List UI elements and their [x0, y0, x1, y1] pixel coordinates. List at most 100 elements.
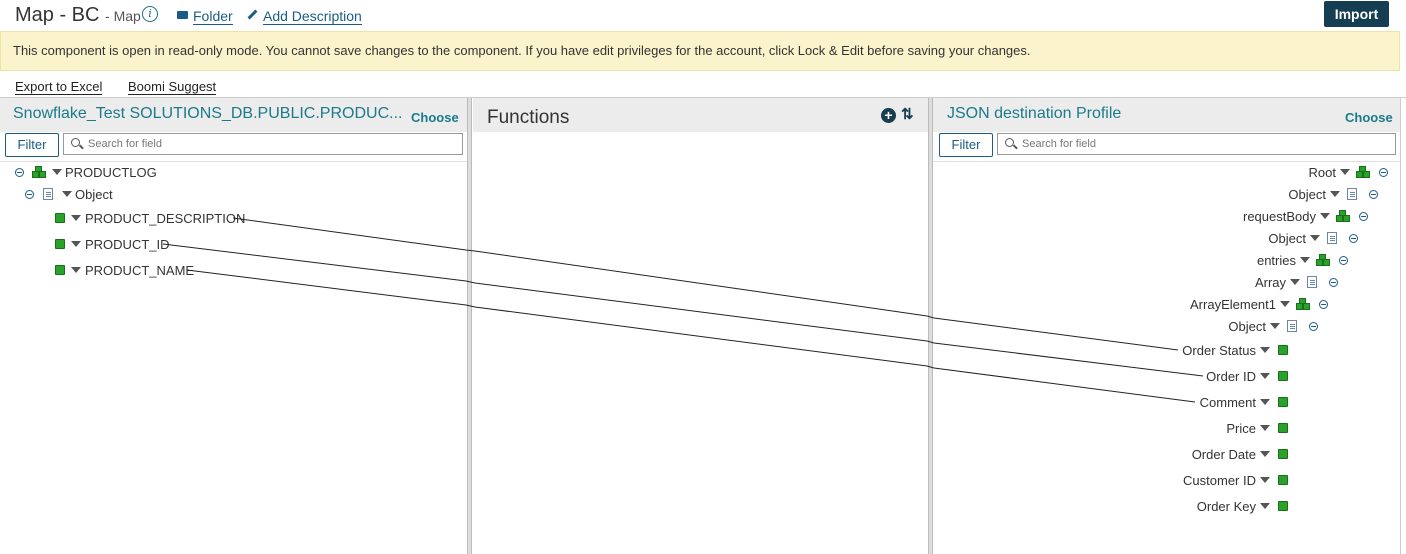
dest-node-object[interactable]: Object	[1288, 187, 1326, 202]
dropdown-arrow-icon[interactable]	[62, 191, 72, 197]
search-icon	[71, 138, 80, 147]
add-description-label[interactable]: Add Description	[263, 8, 362, 25]
destination-search-input[interactable]: Search for field	[997, 133, 1396, 155]
dropdown-arrow-icon[interactable]	[52, 169, 62, 175]
boomi-suggest-button[interactable]: Boomi Suggest	[128, 79, 217, 95]
source-choose-button[interactable]: Choose	[411, 110, 459, 125]
destination-search-divider	[933, 161, 1400, 162]
folder-label[interactable]: Folder	[193, 8, 233, 25]
element-group-icon	[1296, 298, 1310, 310]
collapse-icon[interactable]	[1329, 278, 1338, 287]
dropdown-arrow-icon[interactable]	[71, 241, 81, 247]
dropdown-arrow-icon[interactable]	[71, 215, 81, 221]
functions-title: Functions	[487, 107, 570, 128]
dropdown-arrow-icon[interactable]	[1260, 399, 1270, 405]
dropdown-arrow-icon[interactable]	[1330, 191, 1340, 197]
dropdown-arrow-icon[interactable]	[1260, 347, 1270, 353]
element-group-icon	[1336, 210, 1350, 222]
dest-node-root[interactable]: Root	[1309, 165, 1336, 180]
dest-field-order-date[interactable]: Order Date	[1192, 447, 1256, 462]
dropdown-arrow-icon[interactable]	[71, 267, 81, 273]
page-subtitle: - Map	[105, 8, 141, 24]
field-icon	[1278, 423, 1288, 433]
object-icon	[1347, 188, 1357, 200]
dest-field-customer-id[interactable]: Customer ID	[1183, 473, 1256, 488]
source-search-divider	[0, 161, 468, 162]
collapse-icon[interactable]	[1379, 168, 1388, 177]
dest-node-array[interactable]: Array	[1255, 275, 1286, 290]
folder-icon	[177, 11, 188, 19]
dropdown-arrow-icon[interactable]	[1280, 301, 1290, 307]
source-node-object[interactable]: Object	[75, 187, 113, 202]
source-node-product-name[interactable]: PRODUCT_NAME	[85, 263, 194, 278]
field-icon	[1278, 501, 1288, 511]
dest-node-arrayelement1[interactable]: ArrayElement1	[1190, 297, 1276, 312]
collapse-icon[interactable]	[1339, 256, 1348, 265]
collapse-icon[interactable]	[1319, 300, 1328, 309]
object-icon	[1327, 232, 1337, 244]
source-profile-title: Snowflake_Test SOLUTIONS_DB.PUBLIC.PRODU…	[13, 105, 403, 122]
dropdown-arrow-icon[interactable]	[1290, 279, 1300, 285]
dest-field-price[interactable]: Price	[1226, 421, 1256, 436]
field-icon	[1278, 345, 1288, 355]
dest-node-requestbody[interactable]: requestBody	[1243, 209, 1316, 224]
collapse-icon[interactable]	[25, 190, 34, 199]
panel-divider-left[interactable]	[467, 98, 472, 554]
destination-filter-button[interactable]: Filter	[939, 133, 993, 157]
field-icon	[55, 265, 65, 275]
dest-node-object[interactable]: Object	[1268, 231, 1306, 246]
dropdown-arrow-icon[interactable]	[1310, 235, 1320, 241]
read-only-banner: This component is open in read-only mode…	[0, 31, 1400, 71]
sort-icon[interactable]: ⇅	[901, 105, 914, 123]
dest-field-order-id[interactable]: Order ID	[1206, 369, 1256, 384]
collapse-icon[interactable]	[1309, 322, 1318, 331]
field-icon	[1278, 371, 1288, 381]
info-icon[interactable]: i	[142, 6, 158, 22]
object-icon	[43, 188, 53, 200]
dropdown-arrow-icon[interactable]	[1260, 477, 1270, 483]
element-group-icon	[1316, 254, 1330, 266]
collapse-icon[interactable]	[1359, 212, 1368, 221]
element-group-icon	[1356, 166, 1370, 178]
collapse-icon[interactable]	[15, 168, 24, 177]
field-icon	[1278, 475, 1288, 485]
field-icon	[55, 239, 65, 249]
dropdown-arrow-icon[interactable]	[1260, 451, 1270, 457]
dropdown-arrow-icon[interactable]	[1300, 257, 1310, 263]
dropdown-arrow-icon[interactable]	[1320, 213, 1330, 219]
object-icon	[1287, 320, 1297, 332]
right-border	[1400, 98, 1401, 554]
source-node-productlog[interactable]: PRODUCTLOG	[65, 165, 157, 180]
functions-panel: Functions + ⇅	[473, 98, 928, 554]
page-title: Map - BC - Map	[15, 4, 141, 26]
collapse-icon[interactable]	[1369, 190, 1378, 199]
collapse-icon[interactable]	[1349, 234, 1358, 243]
dropdown-arrow-icon[interactable]	[1260, 373, 1270, 379]
source-search-placeholder: Search for field	[88, 138, 162, 150]
dest-node-entries[interactable]: entries	[1257, 253, 1296, 268]
pencil-icon	[247, 9, 258, 20]
dropdown-arrow-icon[interactable]	[1340, 169, 1350, 175]
source-node-product-id[interactable]: PRODUCT_ID	[85, 237, 170, 252]
field-icon	[1278, 397, 1288, 407]
import-button[interactable]: Import	[1324, 1, 1389, 27]
dropdown-arrow-icon[interactable]	[1260, 503, 1270, 509]
dest-node-object[interactable]: Object	[1228, 319, 1266, 334]
destination-search-placeholder: Search for field	[1022, 138, 1096, 150]
destination-choose-button[interactable]: Choose	[1345, 110, 1393, 125]
dropdown-arrow-icon[interactable]	[1270, 323, 1280, 329]
dest-field-order-key[interactable]: Order Key	[1197, 499, 1256, 514]
source-filter-button[interactable]: Filter	[5, 133, 59, 157]
source-search-input[interactable]: Search for field	[63, 133, 463, 155]
dest-field-order-status[interactable]: Order Status	[1182, 343, 1256, 358]
field-icon	[1278, 449, 1288, 459]
source-node-product-description[interactable]: PRODUCT_DESCRIPTION	[85, 211, 245, 226]
export-to-excel-button[interactable]: Export to Excel	[15, 79, 103, 95]
dest-field-comment[interactable]: Comment	[1200, 395, 1256, 410]
destination-profile-title: JSON destination Profile	[947, 105, 1122, 122]
add-function-icon[interactable]: +	[881, 108, 896, 123]
element-group-icon	[32, 166, 46, 178]
field-icon	[55, 213, 65, 223]
object-icon	[1307, 276, 1317, 288]
dropdown-arrow-icon[interactable]	[1260, 425, 1270, 431]
